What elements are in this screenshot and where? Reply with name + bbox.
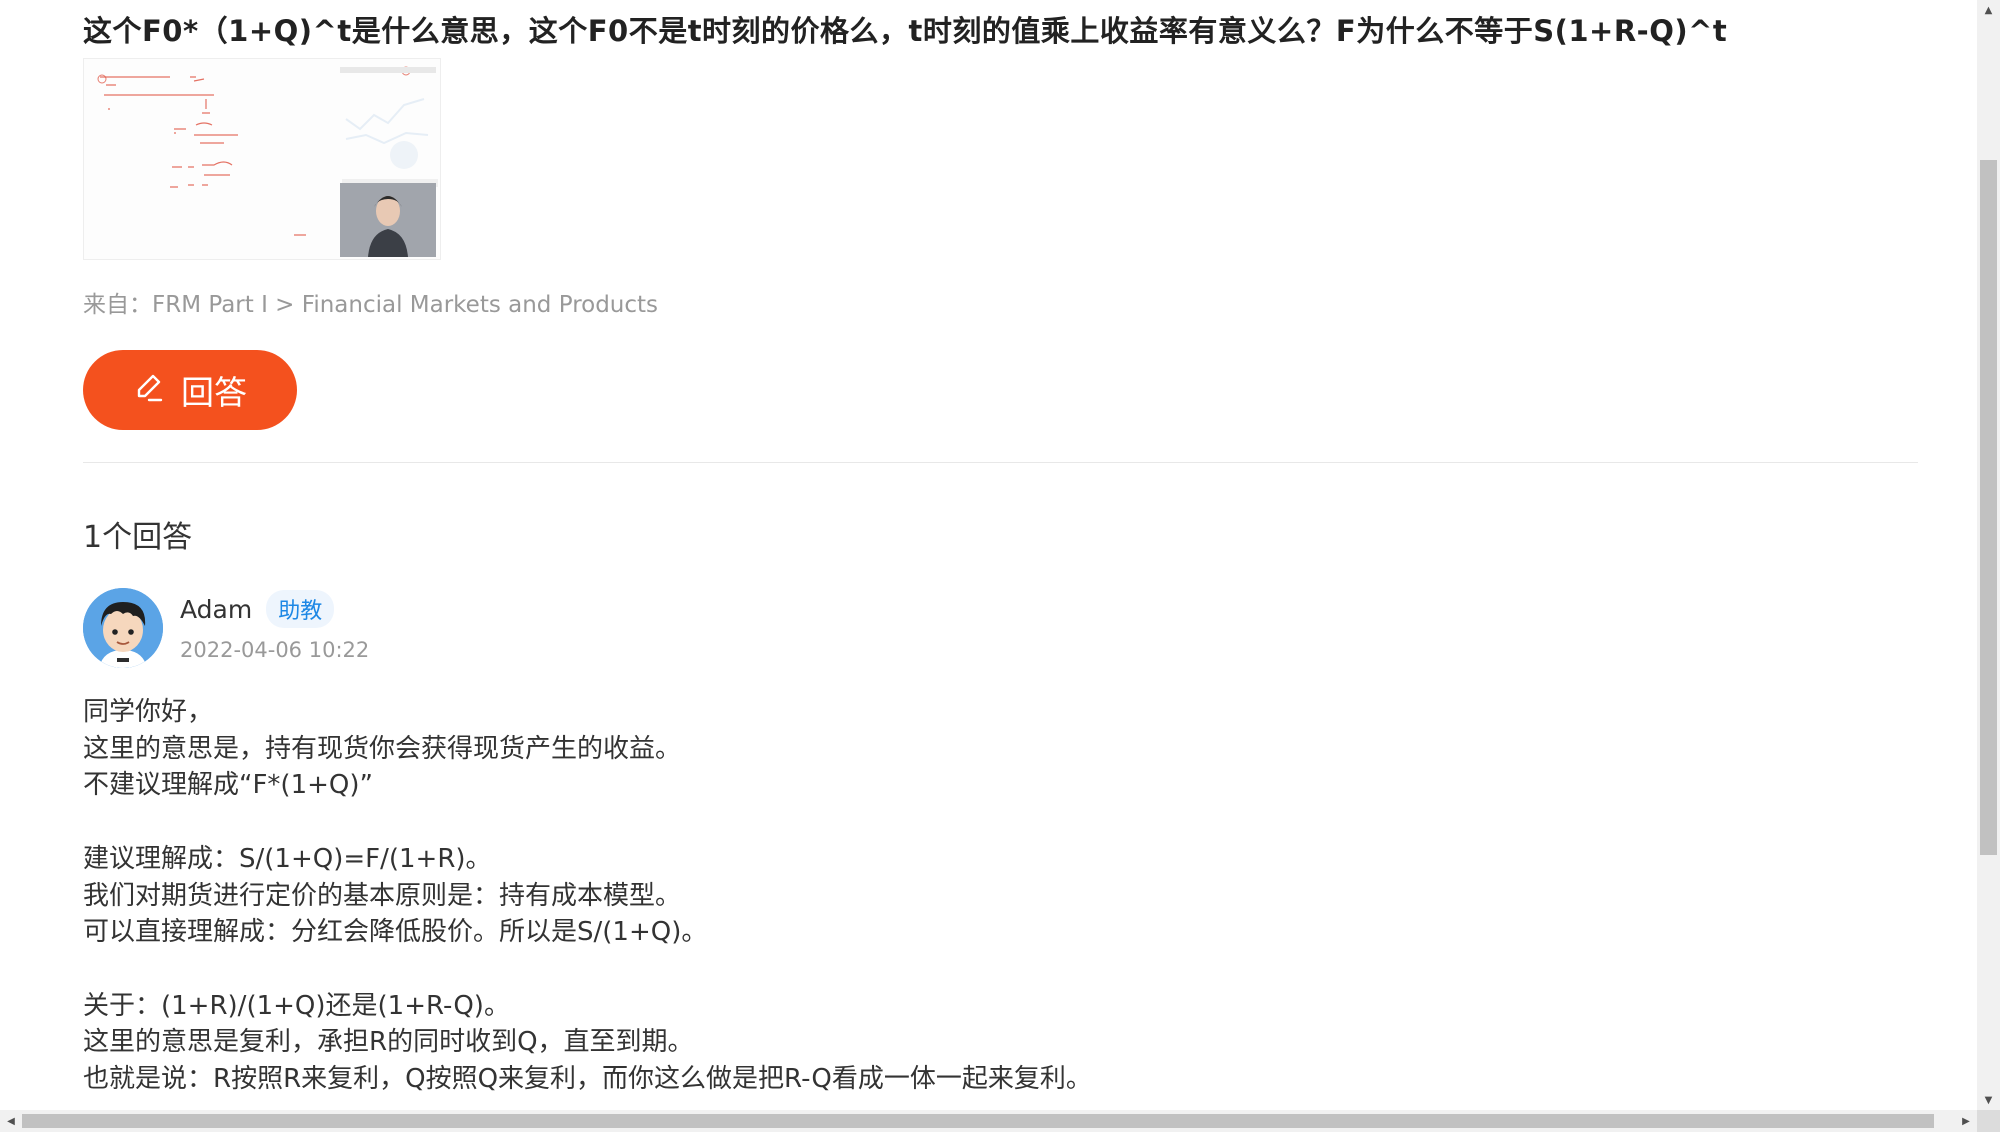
answer-line: 可以直接理解成：分红会降低股价。所以是S/(1+Q)。 [83,917,708,948]
role-badge: 助教 [266,590,335,628]
answer-line: 也就是说：R按照R来复利，Q按照Q来复利，而你这么做是把R-Q看成一体一起来复利… [83,1064,1092,1094]
answer-line: 我们对期货进行定价的基本原则是：持有成本模型。 [83,880,682,911]
vertical-scroll-thumb[interactable] [1980,160,1997,855]
answer-line [83,951,1092,988]
answer-line: 同学你好， [83,697,214,727]
answer-line: 这里的意思是复利，承担R的同时收到Q，直至到期。 [83,1027,694,1058]
answer-button[interactable]: 回答 [83,350,297,430]
answer-author: Adam 助教 [180,590,335,628]
scrollbar-corner [1977,1110,2000,1132]
answer-line: 这里的意思是，持有现货你会获得现货产生的收益。 [83,733,682,764]
question-source-breadcrumb[interactable]: 来自：FRM Part I > Financial Markets and Pr… [83,285,658,319]
answer-line: 关于：(1+R)/(1+Q)还是(1+R-Q)。 [83,990,510,1021]
lecture-video-thumbnail [84,59,440,259]
scroll-left-arrow-icon[interactable]: ◀ [0,1110,22,1132]
section-divider [83,462,1918,463]
question-title: 这个F0*（1+Q)^t是什么意思，这个F0不是t时刻的价格么，t时刻的值乘上收… [83,14,1728,48]
scroll-right-arrow-icon[interactable]: ▶ [1955,1110,1977,1132]
scroll-down-arrow-icon[interactable]: ▼ [1977,1090,2000,1110]
answer-line [83,804,1092,841]
answer-line: 建议理解成：S/(1+Q)=F/(1+R)。 [83,843,492,874]
question-image-thumbnail[interactable] [83,58,441,260]
vertical-scrollbar[interactable]: ▲ ▼ [1977,0,2000,1110]
answer-line: 不建议理解成“F*(1+Q)” [83,770,373,801]
horizontal-scroll-thumb[interactable] [22,1114,1934,1128]
scroll-up-arrow-icon[interactable]: ▲ [1977,0,2000,20]
answer-body: 同学你好， 这里的意思是，持有现货你会获得现货产生的收益。 不建议理解成“F*(… [83,694,1092,1098]
answer-count: 1个回答 [83,520,193,555]
author-name[interactable]: Adam [180,595,252,624]
avatar-cartoon-icon [83,588,163,668]
horizontal-scrollbar[interactable]: ◀ ▶ [0,1110,1977,1132]
pen-icon [133,372,165,408]
answer-button-label: 回答 [181,373,247,412]
avatar[interactable] [83,588,163,668]
answer-timestamp: 2022-04-06 10:22 [180,638,370,662]
